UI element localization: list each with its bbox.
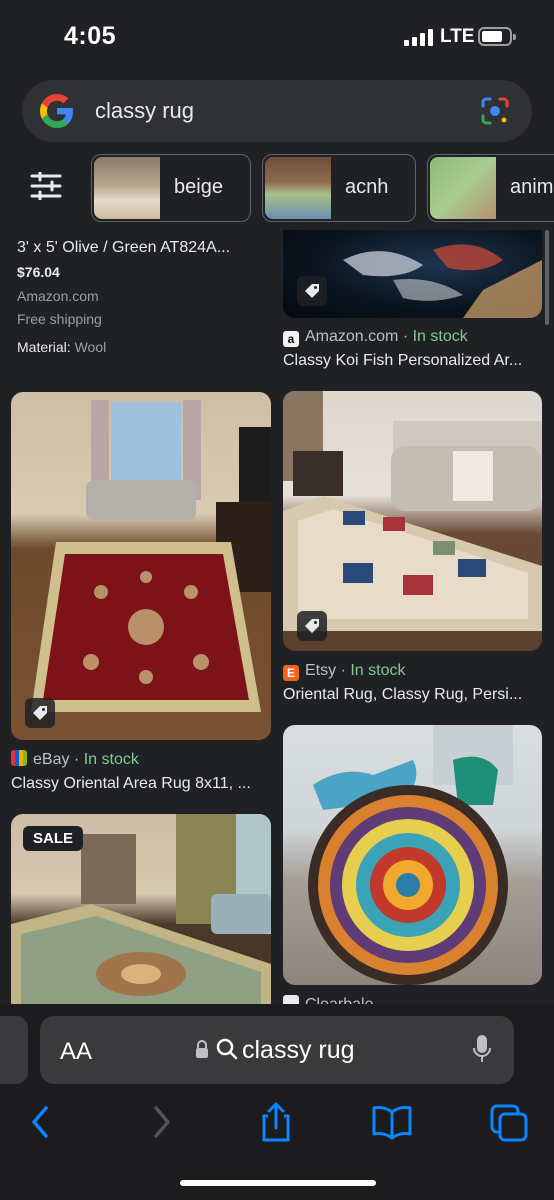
result-source-line: a Amazon.com · In stock bbox=[283, 328, 468, 347]
google-lens-icon[interactable] bbox=[480, 96, 510, 126]
result-source: Amazon.com bbox=[17, 288, 99, 304]
chip-beige[interactable]: beige bbox=[91, 154, 251, 222]
stock-status: In stock bbox=[83, 751, 139, 768]
result-card-mid-right[interactable]: E Etsy · In stock Oriental Rug, Classy Ru… bbox=[283, 391, 543, 711]
previous-tab-card[interactable] bbox=[0, 1016, 28, 1084]
result-source-line: eBay · In stock bbox=[11, 750, 139, 769]
chip-beige-thumbnail bbox=[94, 157, 160, 219]
search-icon bbox=[216, 1038, 238, 1060]
tune-filter-icon[interactable] bbox=[30, 172, 62, 200]
stock-status: In stock bbox=[412, 328, 468, 345]
result-title[interactable]: Oriental Rug, Classy Rug, Persi... bbox=[283, 686, 538, 704]
shopping-tag-icon bbox=[25, 698, 55, 728]
google-search-page: 4:05 LTE classy rug beige acnh anim 3' x… bbox=[0, 0, 554, 1200]
sale-badge: SALE bbox=[23, 826, 84, 851]
address-text[interactable]: classy rug bbox=[242, 1036, 355, 1065]
amazon-favicon-icon: a bbox=[283, 331, 299, 347]
image-results-grid: 3' x 5' Olive / Green AT824A... $76.04 A… bbox=[0, 230, 554, 1005]
material-label: Material: bbox=[17, 339, 71, 355]
microphone-icon[interactable] bbox=[472, 1034, 492, 1064]
share-icon[interactable] bbox=[254, 1100, 298, 1144]
forward-arrow-icon[interactable] bbox=[140, 1100, 184, 1144]
result-title[interactable]: Classy Oriental Area Rug 8x11, ... bbox=[11, 775, 271, 793]
result-card-top-left[interactable]: 3' x 5' Olive / Green AT824A... $76.04 A… bbox=[17, 230, 272, 360]
scroll-indicator bbox=[545, 230, 549, 325]
chip-label: anim bbox=[510, 176, 554, 198]
home-indicator[interactable] bbox=[180, 1180, 376, 1186]
chip-acnh-thumbnail bbox=[265, 157, 331, 219]
material-value: Wool bbox=[74, 339, 107, 355]
chip-label: acnh bbox=[345, 176, 389, 198]
mandala-rug-image bbox=[283, 725, 542, 985]
source-name: Etsy bbox=[305, 662, 337, 679]
result-material: Material: Wool bbox=[17, 339, 106, 355]
back-arrow-icon[interactable] bbox=[20, 1100, 64, 1144]
filter-chips-row: beige acnh anim bbox=[0, 148, 554, 230]
result-title[interactable]: 3' x 5' Olive / Green AT824A... bbox=[17, 239, 257, 257]
address-bar[interactable]: AA classy rug bbox=[40, 1016, 514, 1084]
chip-animal-thumbnail bbox=[430, 157, 496, 219]
stock-status: In stock bbox=[350, 662, 406, 679]
green-oriental-rug-image: SALE bbox=[11, 814, 271, 1005]
shopping-tag-icon bbox=[297, 611, 327, 641]
battery-icon bbox=[478, 27, 516, 46]
result-card-bottom-right[interactable]: Clearbale bbox=[283, 725, 543, 1005]
status-time: 4:05 bbox=[64, 22, 117, 50]
google-logo-icon bbox=[40, 94, 73, 128]
result-card-bottom-left[interactable]: SALE bbox=[11, 814, 273, 1005]
chip-label: beige bbox=[174, 176, 223, 198]
result-shipping: Free shipping bbox=[17, 311, 102, 327]
status-bar: 4:05 LTE bbox=[0, 0, 554, 70]
red-oriental-rug-image bbox=[11, 392, 271, 740]
prayer-rug-image bbox=[283, 391, 542, 651]
network-label: LTE bbox=[440, 26, 475, 47]
lock-icon bbox=[196, 1040, 208, 1058]
source-separator: · bbox=[402, 328, 409, 345]
result-card-top-right[interactable]: a Amazon.com · In stock Classy Koi Fish P… bbox=[283, 230, 543, 380]
source-name: eBay bbox=[33, 751, 70, 768]
bookmarks-icon[interactable] bbox=[370, 1100, 414, 1144]
chip-acnh[interactable]: acnh bbox=[262, 154, 416, 222]
result-title[interactable]: Classy Koi Fish Personalized Ar... bbox=[283, 352, 538, 370]
source-name: Amazon.com bbox=[305, 328, 399, 345]
chip-animal[interactable]: anim bbox=[427, 154, 554, 222]
source-separator: · bbox=[340, 662, 346, 679]
reader-aa-button[interactable]: AA bbox=[60, 1038, 92, 1066]
search-bar[interactable]: classy rug bbox=[22, 80, 532, 142]
ebay-favicon-icon bbox=[11, 750, 27, 766]
search-query[interactable]: classy rug bbox=[95, 98, 194, 124]
shopping-tag-icon bbox=[297, 276, 327, 306]
browser-bottom-bar: AA classy rug bbox=[0, 1004, 554, 1200]
etsy-favicon-icon: E bbox=[283, 665, 299, 681]
result-source-line: E Etsy · In stock bbox=[283, 662, 406, 681]
signal-icon bbox=[404, 29, 434, 46]
result-price: $76.04 bbox=[17, 264, 60, 280]
source-separator: · bbox=[73, 751, 80, 768]
result-card-mid-left[interactable]: eBay · In stock Classy Oriental Area Rug… bbox=[11, 392, 273, 802]
koi-rug-image bbox=[283, 230, 542, 318]
tabs-icon[interactable] bbox=[488, 1100, 532, 1144]
